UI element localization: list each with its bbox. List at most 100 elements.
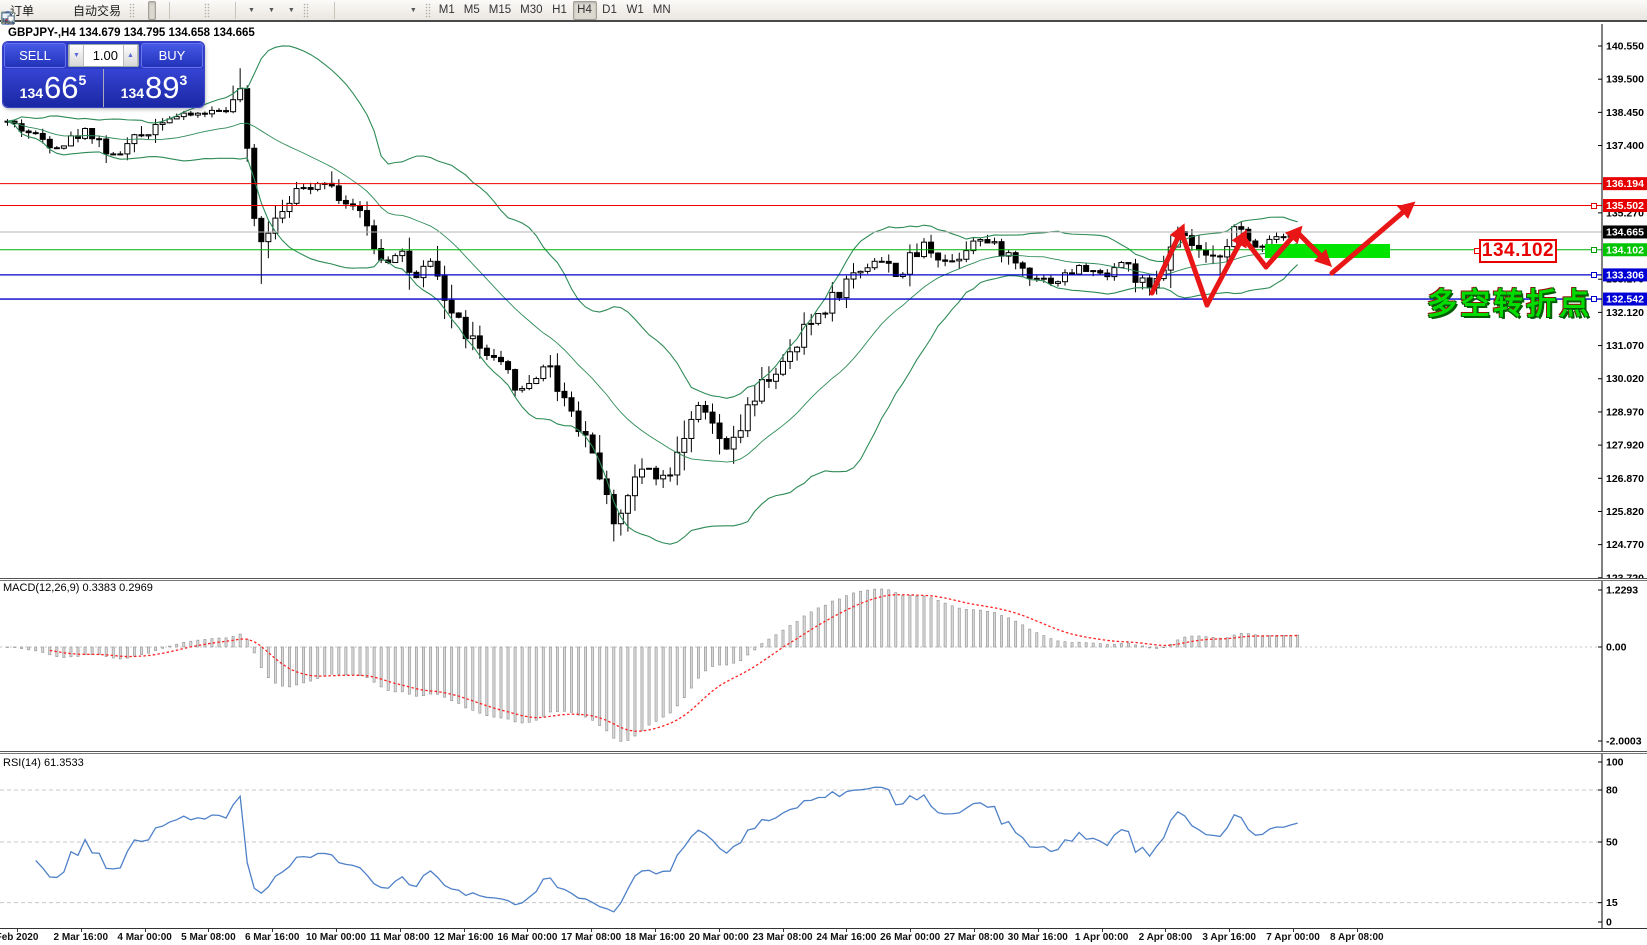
panel-separator[interactable] bbox=[0, 578, 1647, 581]
new-chart-button[interactable]: ▼ bbox=[240, 1, 259, 20]
svg-text:126.870: 126.870 bbox=[1606, 473, 1644, 485]
tf-m15-button[interactable]: M15 bbox=[485, 1, 515, 20]
profiles-button[interactable]: ▼ bbox=[260, 1, 279, 20]
signals-button[interactable] bbox=[57, 1, 65, 20]
tf-w1-button[interactable]: W1 bbox=[623, 1, 648, 20]
tf-m5-button[interactable]: M5 bbox=[460, 1, 484, 20]
panel-separator[interactable] bbox=[0, 751, 1647, 754]
chevron-down-icon: ▼ bbox=[268, 7, 275, 14]
time-label: 16 Mar 00:00 bbox=[497, 932, 557, 943]
svg-text:139.500: 139.500 bbox=[1606, 74, 1644, 86]
buy-price-tile[interactable]: 134 89 3 bbox=[104, 69, 204, 107]
svg-text:140.550: 140.550 bbox=[1606, 41, 1644, 53]
svg-text:127.920: 127.920 bbox=[1606, 440, 1644, 452]
time-label: 2 Mar 16:00 bbox=[54, 932, 108, 943]
one-click-trading-panel: SELL ▼ ▲ BUY 134 66 5 134 89 3 bbox=[3, 42, 204, 107]
time-label: 10 Mar 00:00 bbox=[306, 932, 366, 943]
toolbar-grip[interactable] bbox=[204, 3, 210, 18]
price-tag-annotation[interactable]: 134.102 bbox=[1479, 239, 1557, 263]
svg-text:124.770: 124.770 bbox=[1606, 539, 1644, 551]
time-axis[interactable]: Feb 20202 Mar 16:004 Mar 00:005 Mar 08:0… bbox=[0, 928, 1647, 945]
toolbar-grip[interactable] bbox=[129, 3, 135, 18]
time-label: 30 Mar 16:00 bbox=[1008, 932, 1068, 943]
svg-text:125.820: 125.820 bbox=[1606, 506, 1644, 518]
time-label: 23 Mar 08:00 bbox=[753, 932, 813, 943]
candlestick-mode-button[interactable] bbox=[148, 1, 156, 20]
volume-input[interactable] bbox=[84, 45, 123, 66]
chat-button[interactable] bbox=[1636, 1, 1644, 20]
time-label: 11 Mar 08:00 bbox=[370, 932, 430, 943]
cursor-button[interactable] bbox=[313, 1, 321, 20]
text-label-button[interactable]: T bbox=[393, 1, 401, 20]
svg-text:15: 15 bbox=[1606, 897, 1618, 909]
toolbar-grip[interactable] bbox=[425, 3, 431, 18]
sell-price-pip: 5 bbox=[79, 72, 87, 88]
rsi-indicator-label: RSI(14) 61.3533 bbox=[3, 757, 84, 769]
chinese-annotation-text[interactable]: 多空转折点 bbox=[1427, 279, 1592, 323]
trendline-button[interactable] bbox=[357, 1, 365, 20]
vertical-line-button[interactable] bbox=[339, 1, 347, 20]
tf-m1-button[interactable]: M1 bbox=[435, 1, 459, 20]
svg-text:-2.0003: -2.0003 bbox=[1606, 736, 1642, 748]
fibonacci-button[interactable]: F bbox=[375, 1, 383, 20]
scroll-to-end-button[interactable] bbox=[214, 1, 222, 20]
text-button[interactable]: A bbox=[384, 1, 392, 20]
community-button[interactable] bbox=[48, 1, 56, 20]
time-label: 2 Apr 08:00 bbox=[1139, 932, 1193, 943]
svg-text:134.102: 134.102 bbox=[1606, 244, 1644, 256]
crosshair-button[interactable] bbox=[322, 1, 330, 20]
tf-h4-button[interactable]: H4 bbox=[573, 1, 597, 20]
tf-d1-button[interactable]: D1 bbox=[598, 1, 622, 20]
svg-text:133.306: 133.306 bbox=[1606, 269, 1644, 281]
sell-button[interactable]: SELL bbox=[4, 43, 66, 68]
horizontal-line-button[interactable] bbox=[348, 1, 356, 20]
deposit-button[interactable] bbox=[39, 1, 47, 20]
tf-h1-button[interactable]: H1 bbox=[548, 1, 572, 20]
indicator-windows-button[interactable]: ▼ bbox=[280, 1, 299, 20]
svg-text:132.120: 132.120 bbox=[1606, 307, 1644, 319]
tf-mn-button[interactable]: MN bbox=[649, 1, 675, 20]
time-label: 26 Mar 00:00 bbox=[880, 932, 940, 943]
macd-panel-canvas[interactable]: 1.22930.00-2.0003 bbox=[0, 581, 1647, 751]
zoom-in-button[interactable] bbox=[174, 1, 182, 20]
chart-quote-line: GBPJPY-,H4 134.679 134.795 134.658 134.6… bbox=[8, 27, 255, 39]
tf-m30-button[interactable]: M30 bbox=[516, 1, 546, 20]
buy-price-main: 89 bbox=[145, 70, 179, 106]
main-chart-canvas[interactable]: 140.550139.500138.450137.400135.270133.1… bbox=[0, 24, 1647, 578]
svg-text:131.070: 131.070 bbox=[1606, 340, 1644, 352]
chart-shift-button[interactable] bbox=[223, 1, 231, 20]
equidistant-channel-button[interactable]: E bbox=[366, 1, 374, 20]
svg-text:137.400: 137.400 bbox=[1606, 140, 1644, 152]
time-label: Feb 2020 bbox=[0, 932, 38, 943]
svg-text:138.450: 138.450 bbox=[1606, 107, 1644, 119]
zoom-out-button[interactable] bbox=[183, 1, 191, 20]
svg-text:134.665: 134.665 bbox=[1606, 226, 1644, 238]
svg-text:130.020: 130.020 bbox=[1606, 373, 1644, 385]
volume-increase-button[interactable]: ▲ bbox=[123, 45, 138, 66]
time-label: 20 Mar 00:00 bbox=[689, 932, 749, 943]
toolbar-separator bbox=[169, 2, 170, 19]
arrows-button[interactable]: ▼ bbox=[402, 1, 421, 20]
autotrading-button[interactable]: 自动交易 bbox=[66, 1, 125, 20]
chevron-down-icon: ▼ bbox=[248, 7, 255, 14]
toolbar-separator bbox=[334, 2, 335, 19]
time-label: 27 Mar 08:00 bbox=[944, 932, 1004, 943]
svg-text:1.2293: 1.2293 bbox=[1606, 585, 1638, 597]
search-button[interactable] bbox=[1627, 1, 1635, 20]
svg-text:0: 0 bbox=[1606, 917, 1612, 929]
buy-price-pip: 3 bbox=[180, 72, 188, 88]
line-chart-mode-button[interactable] bbox=[157, 1, 165, 20]
bar-chart-mode-button[interactable] bbox=[139, 1, 147, 20]
volume-decrease-button[interactable]: ▼ bbox=[69, 45, 84, 66]
sell-price-prefix: 134 bbox=[20, 85, 43, 101]
sell-price-tile[interactable]: 134 66 5 bbox=[3, 69, 103, 107]
time-label: 1 Apr 00:00 bbox=[1075, 932, 1129, 943]
rsi-panel-canvas[interactable]: 1008050150 bbox=[0, 754, 1647, 928]
volume-control: ▼ ▲ bbox=[68, 44, 139, 67]
buy-button[interactable]: BUY bbox=[141, 43, 203, 68]
button-label: 自动交易 bbox=[73, 2, 121, 19]
time-label: 5 Mar 08:00 bbox=[181, 932, 235, 943]
sell-price-main: 66 bbox=[44, 70, 78, 106]
toolbar-grip[interactable] bbox=[303, 3, 309, 18]
tile-windows-button[interactable] bbox=[192, 1, 200, 20]
